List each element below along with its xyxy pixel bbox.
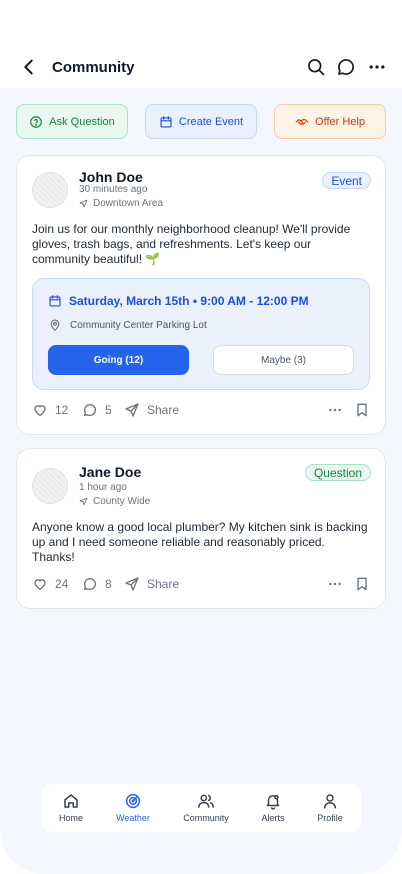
comment-count: 5	[105, 403, 112, 417]
comment-button[interactable]: 5	[82, 402, 112, 418]
like-button[interactable]: 12	[32, 402, 68, 418]
bookmark-icon	[357, 577, 367, 591]
avatar[interactable]	[32, 172, 68, 208]
post-type-badge: Question	[304, 464, 371, 481]
navigation-arrow-icon	[79, 497, 88, 506]
post-location: Downtown Area	[79, 198, 163, 209]
users-icon	[198, 794, 214, 808]
tab-alerts[interactable]: Alerts	[243, 784, 303, 832]
tab-weather[interactable]: Weather	[103, 784, 163, 832]
navigation-arrow-icon	[79, 199, 88, 208]
home-icon	[64, 794, 78, 808]
comment-icon	[84, 577, 97, 590]
create-event-button[interactable]: Create Event	[145, 104, 257, 139]
post-location-text: Downtown Area	[93, 198, 164, 209]
comment-icon	[84, 403, 97, 416]
ask-question-button[interactable]: Ask Question	[16, 104, 128, 139]
event-details: Saturday, March 15th • 9:00 AM - 12:00 P…	[32, 278, 370, 390]
post-time: 30 minutes ago	[79, 184, 148, 195]
post-text: Anyone know a good local plumber? My kit…	[32, 520, 368, 564]
going-button[interactable]: Going (12)	[48, 345, 189, 375]
page-title: Community	[52, 59, 135, 76]
post-text: Join us for our monthly neighborhood cle…	[32, 222, 351, 266]
share-label: Share	[147, 403, 180, 417]
like-count: 24	[55, 577, 69, 591]
bookmark-icon	[357, 403, 367, 417]
post-type-badge: Event	[322, 172, 371, 189]
like-button[interactable]: 24	[32, 576, 68, 592]
post-location-text: County Wide	[93, 496, 151, 507]
bookmark-button[interactable]	[354, 576, 370, 592]
offer-help-label: Offer Help	[315, 115, 365, 128]
app-screen: Community Ask Question Create Event Offe…	[0, 0, 402, 874]
bookmark-button[interactable]	[354, 402, 370, 418]
bell-icon	[266, 795, 280, 810]
tab-community[interactable]: Community	[176, 784, 236, 832]
post-author[interactable]: John Doe	[79, 169, 143, 185]
send-icon	[125, 403, 139, 417]
tab-community-label: Community	[183, 813, 229, 823]
post-more-button[interactable]	[327, 576, 343, 592]
top-header: Community	[0, 0, 402, 88]
bottom-tab-bar: Home Weather Community Alerts Profile	[41, 784, 361, 832]
ask-question-label: Ask Question	[49, 115, 115, 128]
calendar-icon	[49, 295, 61, 307]
chat-bubble-icon[interactable]	[336, 57, 356, 77]
calendar-icon	[160, 115, 172, 128]
event-place: Community Center Parking Lot	[48, 318, 207, 332]
more-options-icon	[329, 582, 341, 586]
maybe-button[interactable]: Maybe (3)	[213, 345, 354, 375]
comment-count: 8	[105, 577, 112, 591]
offer-help-button[interactable]: Offer Help	[274, 104, 386, 139]
tab-weather-label: Weather	[116, 813, 150, 823]
send-icon	[125, 577, 139, 591]
share-label: Share	[147, 577, 180, 591]
create-event-label: Create Event	[178, 115, 244, 128]
event-date-text: Saturday, March 15th • 9:00 AM - 12:00 P…	[69, 294, 309, 308]
post-card: Jane Doe 1 hour ago County Wide Question…	[16, 448, 386, 609]
heart-icon	[34, 579, 46, 590]
like-count: 12	[55, 403, 69, 417]
tab-home-label: Home	[58, 813, 83, 823]
tab-profile-label: Profile	[317, 813, 343, 823]
share-button[interactable]: Share	[124, 402, 179, 418]
post-time: 1 hour ago	[79, 482, 127, 493]
share-button[interactable]: Share	[124, 576, 179, 592]
event-place-text: Community Center Parking Lot	[70, 319, 207, 331]
comment-button[interactable]: 8	[82, 576, 112, 592]
back-arrow-icon[interactable]	[18, 56, 40, 78]
post-more-button[interactable]	[327, 402, 343, 418]
avatar[interactable]	[32, 468, 68, 504]
more-options-icon	[329, 408, 341, 412]
event-date: Saturday, March 15th • 9:00 AM - 12:00 P…	[48, 294, 309, 308]
post-card: John Doe 30 minutes ago Downtown Area Ev…	[16, 155, 386, 435]
search-icon[interactable]	[306, 57, 326, 77]
post-location: County Wide	[79, 496, 150, 507]
post-actions: 12 5 Share	[32, 402, 372, 422]
question-circle-icon	[30, 115, 43, 128]
handshake-icon	[295, 118, 309, 125]
tab-profile[interactable]: Profile	[300, 784, 360, 832]
more-options-icon[interactable]	[367, 57, 387, 77]
post-actions: 24 8 Share	[32, 576, 372, 596]
post-author[interactable]: Jane Doe	[79, 464, 141, 480]
heart-icon	[34, 405, 46, 416]
tab-alerts-label: Alerts	[261, 813, 285, 823]
user-icon	[324, 794, 336, 809]
map-pin-icon	[50, 319, 60, 332]
radar-icon	[125, 793, 141, 809]
tab-home[interactable]: Home	[41, 784, 101, 832]
